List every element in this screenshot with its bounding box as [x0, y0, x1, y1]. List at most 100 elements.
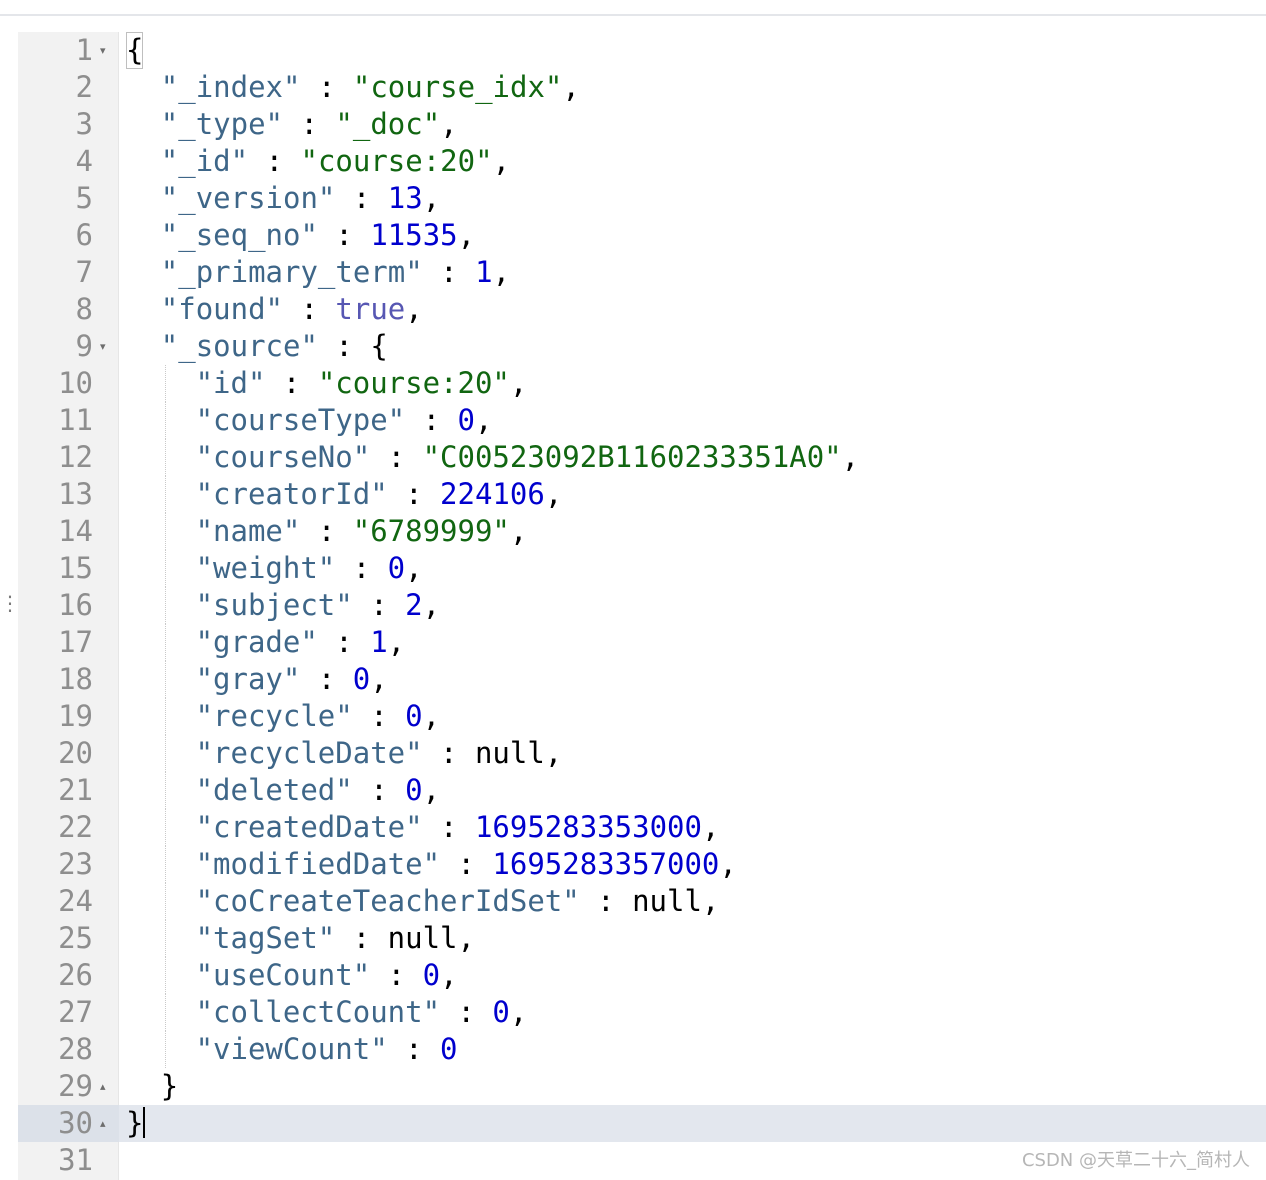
json-number: 0 [492, 995, 510, 1029]
code-line[interactable]: 27 "collectCount" : 0, [18, 994, 1266, 1031]
code-line[interactable]: 5 "_version" : 13, [18, 180, 1266, 217]
code-line[interactable]: 26 "useCount" : 0, [18, 957, 1266, 994]
json-number: 0 [405, 699, 423, 733]
line-code: "weight" : 0, [196, 550, 423, 587]
code-line[interactable]: 22 "createdDate" : 1695283353000, [18, 809, 1266, 846]
code-line[interactable]: 9 ▾ "_source" : { [18, 328, 1266, 365]
indent-guide [164, 661, 166, 698]
json-punctuation: : [440, 847, 493, 881]
json-punctuation: , [562, 70, 580, 104]
code-line[interactable]: 2 "_index" : "course_idx", [18, 69, 1266, 106]
gutter-cell: 15 [18, 550, 119, 587]
json-punctuation: , [405, 292, 423, 326]
code-line[interactable]: 8 "found" : true, [18, 291, 1266, 328]
json-number: 224106 [440, 477, 545, 511]
json-number: 2 [405, 588, 423, 622]
gutter-cell: 31 [18, 1142, 119, 1179]
json-punctuation: , [422, 588, 441, 622]
json-number: 1695283357000 [492, 847, 720, 881]
indent-guide [164, 550, 166, 587]
top-border [0, 14, 1266, 16]
code-line[interactable]: 20 "recycleDate" : null, [18, 735, 1266, 772]
json-key: "_id" [160, 144, 249, 178]
code-line[interactable]: 18 "gray" : 0, [18, 661, 1266, 698]
code-line[interactable]: 6 "_seq_no" : 11535, [18, 217, 1266, 254]
indent-guide [164, 994, 166, 1031]
json-editor[interactable]: 1 ▾{2 "_index" : "course_idx", 3 "_type" : "… [18, 32, 1266, 1180]
line-code: "_seq_no" : 11535, [161, 217, 475, 254]
resize-handle-icon[interactable]: ⋮ [0, 593, 20, 632]
code-line[interactable]: 23 "modifiedDate" : 1695283357000, [18, 846, 1266, 883]
line-number: 13 [58, 477, 93, 511]
fold-expand-icon[interactable]: ▴ [100, 1068, 112, 1105]
code-line[interactable]: 1 ▾{ [18, 32, 1266, 69]
code-line[interactable]: 30 ▴} [18, 1105, 1266, 1142]
line-code: "gray" : 0, [196, 661, 388, 698]
gutter-cell: 18 [18, 661, 119, 698]
code-line[interactable]: 4 "_id" : "course:20", [18, 143, 1266, 180]
gutter-cell: 24 [18, 883, 119, 920]
json-brace: { [126, 32, 144, 69]
code-line[interactable]: 3 "_type" : "_doc", [18, 106, 1266, 143]
indent-guide [164, 846, 166, 883]
json-key: "recycle" [195, 699, 353, 733]
json-key: "found" [160, 292, 284, 326]
line-code: } [161, 1068, 178, 1105]
code-line[interactable]: 29 ▴} [18, 1068, 1266, 1105]
fold-expand-icon[interactable]: ▴ [100, 1105, 112, 1142]
json-punctuation: , [492, 144, 511, 178]
json-punctuation: } [160, 1069, 179, 1103]
line-code: "recycle" : 0, [196, 698, 440, 735]
gutter-cell: 28 [18, 1031, 119, 1068]
json-punctuation: : [405, 403, 458, 437]
code-line[interactable]: 10 "id" : "course:20", [18, 365, 1266, 402]
code-line[interactable]: 7 "_primary_term" : 1, [18, 254, 1266, 291]
fold-collapse-icon[interactable]: ▾ [100, 328, 112, 365]
line-number: 11 [58, 403, 93, 437]
code-line[interactable]: 17 "grade" : 1, [18, 624, 1266, 661]
line-number: 8 [75, 292, 93, 326]
code-line[interactable]: 25 "tagSet" : null, [18, 920, 1266, 957]
code-line[interactable]: 24 "coCreateTeacherIdSet" : null, [18, 883, 1266, 920]
line-code: "collectCount" : 0, [196, 994, 528, 1031]
gutter-cell: 3 [18, 106, 119, 143]
line-code: "_primary_term" : 1, [161, 254, 510, 291]
line-code: "recycleDate" : null, [196, 735, 563, 772]
json-number: 0 [457, 403, 475, 437]
json-punctuation: : { [317, 329, 388, 363]
fold-collapse-icon[interactable]: ▾ [100, 32, 112, 69]
json-key: "collectCount" [195, 995, 441, 1029]
code-line[interactable]: 16 "subject" : 2, [18, 587, 1266, 624]
json-punctuation: , [492, 255, 511, 289]
json-number: 0 [422, 958, 441, 992]
code-line[interactable]: 19 "recycle" : 0, [18, 698, 1266, 735]
json-punctuation: , [841, 440, 860, 474]
gutter-cell: 6 [18, 217, 119, 254]
json-key: "_index" [160, 70, 301, 104]
json-string: "course:20" [300, 144, 493, 178]
code-line[interactable]: 12 "courseNo" : "C00523092B1160233351A0", [18, 439, 1266, 476]
line-code: "_index" : "course_idx", [161, 69, 580, 106]
indent-guide [164, 365, 166, 402]
code-line[interactable]: 14 "name" : "6789999", [18, 513, 1266, 550]
code-line[interactable]: 15 "weight" : 0, [18, 550, 1266, 587]
indent-guide [164, 587, 166, 624]
json-key: "courseType" [195, 403, 406, 437]
json-key: "creatorId" [195, 477, 388, 511]
code-line[interactable]: 11 "courseType" : 0, [18, 402, 1266, 439]
json-punctuation: : [335, 551, 388, 585]
line-number: 10 [58, 366, 93, 400]
json-number: 0 [387, 551, 406, 585]
line-number: 6 [75, 218, 93, 252]
code-line[interactable]: 13 "creatorId" : 224106, [18, 476, 1266, 513]
json-punctuation: } [126, 1106, 144, 1140]
json-punctuation: : [387, 477, 441, 511]
json-number: 1695283353000 [474, 810, 702, 844]
code-line[interactable]: 28 "viewCount" : 0 [18, 1031, 1266, 1068]
json-number: 1 [475, 255, 493, 289]
code-line[interactable]: 21 "deleted" : 0, [18, 772, 1266, 809]
json-punctuation: : [352, 699, 406, 733]
line-number: 22 [58, 810, 93, 844]
json-punctuation: : [265, 366, 318, 400]
line-number: 5 [75, 181, 93, 215]
